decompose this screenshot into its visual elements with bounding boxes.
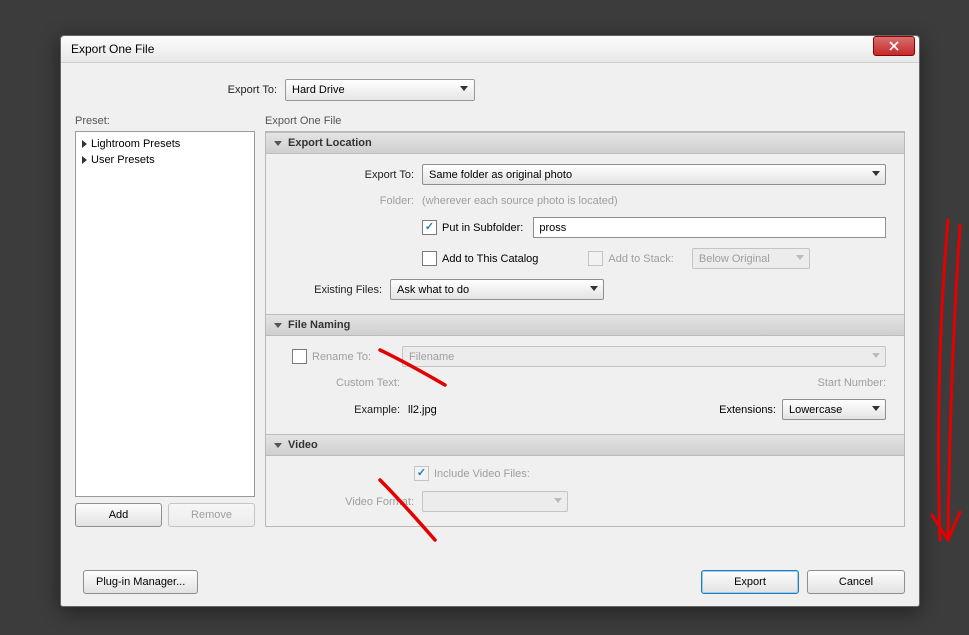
chevron-down-icon <box>872 171 880 176</box>
chevron-down-icon <box>274 443 282 448</box>
preset-item[interactable]: User Presets <box>78 152 252 168</box>
chevron-right-icon <box>82 156 87 164</box>
chevron-down-icon <box>274 323 282 328</box>
close-icon <box>888 41 900 51</box>
preset-list[interactable]: Lightroom Presets User Presets <box>75 131 255 497</box>
export-button[interactable]: Export <box>701 570 799 594</box>
add-stack-label: Add to Stack: <box>608 253 673 265</box>
put-subfolder-checkbox[interactable] <box>422 220 437 235</box>
example-label: Example: <box>284 404 408 416</box>
include-video-label: Include Video Files: <box>434 468 530 480</box>
loc-exportto-label: Export To: <box>284 169 422 181</box>
chevron-right-icon <box>82 140 87 148</box>
preset-item[interactable]: Lightroom Presets <box>78 136 252 152</box>
custom-text-label: Custom Text: <box>284 377 408 389</box>
stack-position-select: Below Original <box>692 248 810 269</box>
preset-item-label: User Presets <box>91 154 155 166</box>
titlebar: Export One File <box>61 36 919 63</box>
extensions-select[interactable]: Lowercase <box>782 399 886 420</box>
video-format-label: Video Format: <box>284 496 422 508</box>
example-value: ll2.jpg <box>408 404 437 416</box>
chevron-down-icon <box>460 86 468 91</box>
export-to-select[interactable]: Hard Drive <box>285 79 475 101</box>
extensions-label: Extensions: <box>719 404 776 416</box>
section-header-video[interactable]: Video <box>266 434 904 456</box>
section-title: Export Location <box>288 137 372 149</box>
add-preset-button[interactable]: Add <box>75 503 162 527</box>
folder-label: Folder: <box>284 195 422 207</box>
preset-label: Preset: <box>75 115 255 127</box>
settings-panel[interactable]: Export Location Export To: Same folder a… <box>265 131 905 527</box>
remove-preset-button: Remove <box>168 503 255 527</box>
close-button[interactable] <box>873 36 915 56</box>
add-catalog-label: Add to This Catalog <box>442 253 538 265</box>
existing-select[interactable]: Ask what to do <box>390 279 604 300</box>
rename-label: Rename To: <box>312 351 402 363</box>
plugin-manager-button[interactable]: Plug-in Manager... <box>83 570 198 594</box>
chevron-down-icon <box>872 406 880 411</box>
put-subfolder-label: Put in Subfolder: <box>442 222 523 234</box>
cancel-button[interactable]: Cancel <box>807 570 905 594</box>
rename-template-select: Filename <box>402 346 886 367</box>
chevron-down-icon <box>872 353 880 358</box>
include-video-checkbox <box>414 466 429 481</box>
section-header-naming[interactable]: File Naming <box>266 314 904 336</box>
rename-checkbox[interactable] <box>292 349 307 364</box>
chevron-down-icon <box>590 286 598 291</box>
chevron-down-icon <box>554 498 562 503</box>
existing-label: Existing Files: <box>284 284 390 296</box>
start-number-label: Start Number: <box>818 377 886 389</box>
export-to-label: Export To: <box>75 84 285 96</box>
subfolder-input[interactable] <box>533 217 886 238</box>
section-title: File Naming <box>288 319 350 331</box>
video-format-select <box>422 491 568 512</box>
add-catalog-checkbox[interactable] <box>422 251 437 266</box>
section-header-location[interactable]: Export Location <box>266 132 904 154</box>
export-to-value: Hard Drive <box>292 84 345 96</box>
chevron-down-icon <box>796 255 804 260</box>
chevron-down-icon <box>274 141 282 146</box>
export-dialog: Export One File Export To: Hard Drive Pr… <box>60 35 920 607</box>
folder-value: (wherever each source photo is located) <box>422 195 618 207</box>
add-stack-checkbox <box>588 251 603 266</box>
preset-item-label: Lightroom Presets <box>91 138 180 150</box>
loc-exportto-select[interactable]: Same folder as original photo <box>422 164 886 185</box>
dialog-title: Export One File <box>71 42 154 56</box>
section-title: Video <box>288 439 318 451</box>
right-title: Export One File <box>265 115 905 127</box>
